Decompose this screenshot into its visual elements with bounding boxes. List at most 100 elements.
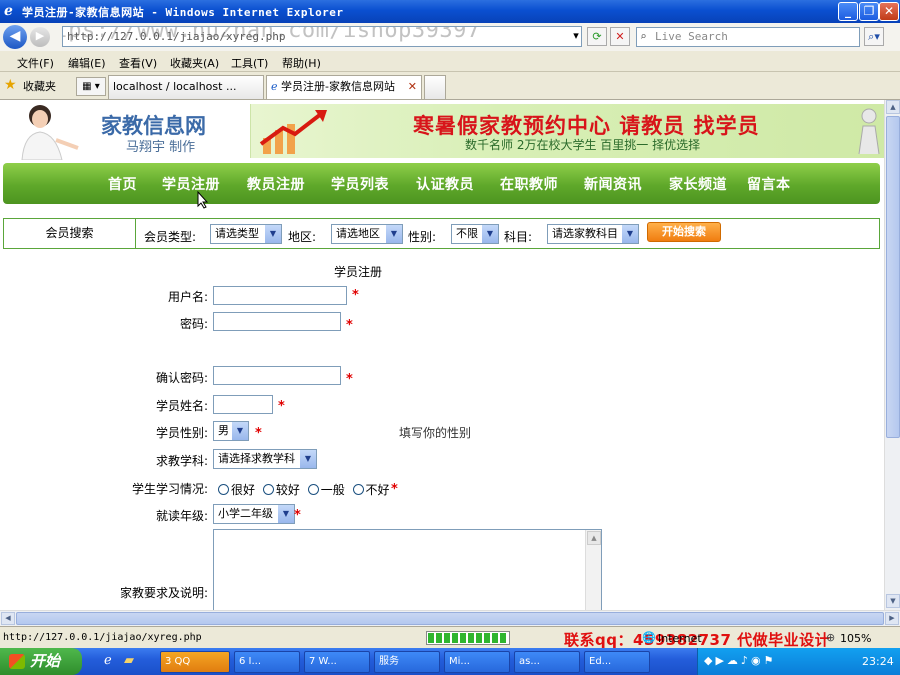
scroll-up-icon[interactable]: ▲ bbox=[886, 100, 900, 114]
zoom-level[interactable]: 105% bbox=[840, 632, 871, 645]
radio-poor[interactable]: 不好 bbox=[352, 483, 390, 497]
clock: 23:24 bbox=[862, 655, 894, 668]
requirements-textarea[interactable]: ▲ bbox=[213, 529, 602, 610]
tab-bar: ★ 收藏夹 ▦ ▾ localhost / localhost ... ℯ 学员… bbox=[0, 72, 900, 100]
progress-fill bbox=[428, 633, 508, 643]
address-dropdown-icon[interactable]: ▾ bbox=[566, 27, 586, 46]
student-name-input[interactable] bbox=[213, 395, 273, 414]
start-button[interactable]: 开始 bbox=[0, 648, 82, 675]
student-gender-select[interactable]: 男 ▼ bbox=[213, 421, 249, 441]
system-tray: ◆▶☁♪◉⚑ 23:24 bbox=[697, 648, 900, 675]
nav-home[interactable]: 首页 bbox=[108, 174, 137, 194]
subject-value: 请选择求教学科 bbox=[218, 452, 295, 465]
scroll-up-icon[interactable]: ▲ bbox=[587, 531, 601, 545]
taskbar-item-as[interactable]: as... bbox=[514, 651, 580, 673]
ie-tab-icon: ℯ bbox=[271, 80, 278, 93]
gender-hint: 填写你的性别 bbox=[399, 426, 472, 440]
start-search-button[interactable]: 开始搜索 bbox=[647, 222, 721, 242]
taskbar-as-label: as... bbox=[519, 656, 540, 667]
back-button[interactable]: ◀ bbox=[3, 25, 27, 49]
radio-average[interactable]: 一般 bbox=[307, 483, 345, 497]
internet-zone-icon: 🌐 bbox=[642, 631, 656, 644]
refresh-icon[interactable]: ⟳ bbox=[587, 27, 607, 46]
tray-icons[interactable]: ◆▶☁♪◉⚑ bbox=[704, 654, 776, 667]
taskbar-ie-label: 6 I... bbox=[239, 656, 262, 667]
tab-close-icon[interactable]: ✕ bbox=[408, 76, 417, 98]
nav-working-teachers[interactable]: 在职教师 bbox=[500, 174, 558, 194]
scroll-left-icon[interactable]: ◀ bbox=[1, 612, 15, 625]
quick-tabs-icon[interactable]: ▦ ▾ bbox=[76, 77, 106, 96]
taskbar-item-qq[interactable]: 3 QQ bbox=[160, 651, 230, 673]
window-title: 学员注册-家教信息网站 - Windows Internet Explorer bbox=[22, 6, 344, 19]
page-content: 家教信息网 马翔宇 制作 寒暑假家教预约中心 请教员 找学员 数千名师 2万在校… bbox=[0, 100, 884, 610]
taskbar-item-ed[interactable]: Ed... bbox=[584, 651, 650, 673]
subject-filter-label: 科目: bbox=[504, 230, 533, 244]
zoom-icon[interactable]: ⊕ bbox=[826, 631, 835, 644]
username-required-mark: * bbox=[352, 288, 359, 303]
study-status-radio-group: 很好 较好 一般 不好 bbox=[218, 481, 390, 498]
menu-view[interactable]: 查看(V) bbox=[119, 55, 157, 71]
menu-edit[interactable]: 编辑(E) bbox=[68, 55, 106, 71]
tab-student-register[interactable]: ℯ 学员注册-家教信息网站 ✕ bbox=[266, 75, 422, 99]
textarea-scrollbar[interactable]: ▲ bbox=[585, 530, 601, 610]
favorites-label[interactable]: 收藏夹 bbox=[23, 78, 56, 94]
scroll-right-icon[interactable]: ▶ bbox=[885, 612, 899, 625]
live-search-input[interactable]: ⌕ Live Search bbox=[636, 27, 860, 47]
quicklaunch-ie-icon[interactable]: ℯ bbox=[104, 653, 112, 668]
gender-filter-select[interactable]: 不限 ▼ bbox=[451, 224, 499, 244]
tab-localhost-label: localhost / localhost ... bbox=[113, 80, 237, 93]
close-button[interactable]: ✕ bbox=[879, 2, 899, 21]
menu-favorites[interactable]: 收藏夹(A) bbox=[170, 55, 219, 71]
hscroll-thumb[interactable] bbox=[16, 612, 884, 625]
nav-guestbook[interactable]: 留言本 bbox=[747, 174, 791, 194]
taskbar-item-ie[interactable]: 6 I... bbox=[234, 651, 300, 673]
member-type-select[interactable]: 请选类型 ▼ bbox=[210, 224, 282, 244]
nav-teacher-register[interactable]: 教员注册 bbox=[247, 174, 305, 194]
scroll-down-icon[interactable]: ▼ bbox=[886, 594, 900, 608]
stop-icon[interactable]: ✕ bbox=[610, 27, 630, 46]
minimize-button[interactable]: _ bbox=[838, 2, 858, 21]
password-input[interactable] bbox=[213, 312, 341, 331]
menu-file[interactable]: 文件(F) bbox=[17, 55, 54, 71]
scroll-thumb[interactable] bbox=[886, 116, 900, 438]
nav-student-list[interactable]: 学员列表 bbox=[331, 174, 389, 194]
taskbar-item-mi[interactable]: Mi... bbox=[444, 651, 510, 673]
confirm-password-input[interactable] bbox=[213, 366, 341, 385]
page-vertical-scrollbar[interactable]: ▲ ▼ bbox=[884, 100, 900, 610]
area-select[interactable]: 请选地区 ▼ bbox=[331, 224, 403, 244]
taskbar-item-explorer[interactable]: 7 W... bbox=[304, 651, 370, 673]
radio-good[interactable]: 较好 bbox=[262, 483, 300, 497]
member-search-title: 会员搜索 bbox=[4, 219, 136, 248]
menu-tools[interactable]: 工具(T) bbox=[231, 55, 268, 71]
window-title-bar[interactable]: ℯ 学员注册-家教信息网站 - Windows Internet Explore… bbox=[0, 0, 900, 23]
page-horizontal-scrollbar[interactable]: ◀ ▶ bbox=[0, 610, 900, 626]
password-required-mark: * bbox=[346, 318, 353, 333]
favorites-star-icon[interactable]: ★ bbox=[4, 77, 17, 93]
subject-filter-value: 请选家教科目 bbox=[552, 227, 618, 240]
study-status-label: 学生学习情况: bbox=[131, 482, 208, 496]
nav-student-register[interactable]: 学员注册 bbox=[162, 174, 220, 194]
gender-filter-value: 不限 bbox=[456, 227, 478, 240]
forward-button[interactable]: ▶ bbox=[30, 27, 50, 47]
radio-very-good[interactable]: 很好 bbox=[218, 483, 255, 497]
subject-filter-select[interactable]: 请选家教科目 ▼ bbox=[547, 224, 639, 244]
address-input[interactable]: http://127.0.0.1/jiajao/xyreg.php https:… bbox=[62, 26, 582, 47]
search-go-button[interactable]: ⌕▾ bbox=[864, 27, 884, 46]
nav-news[interactable]: 新闻资讯 bbox=[584, 174, 642, 194]
radio-circle-icon bbox=[262, 484, 274, 495]
internet-zone-label: Internet bbox=[658, 632, 702, 645]
confirm-required-mark: * bbox=[346, 372, 353, 387]
nav-certified-teachers[interactable]: 认证教员 bbox=[416, 174, 474, 194]
ad-banner[interactable]: 寒暑假家教预约中心 请教员 找学员 数千名师 2万在校大学生 百里挑一 择优选择 bbox=[250, 104, 884, 158]
username-input[interactable] bbox=[213, 286, 347, 305]
radio-circle-icon bbox=[307, 484, 319, 495]
taskbar-item-services[interactable]: 服务 bbox=[374, 651, 440, 673]
nav-parents[interactable]: 家长频道 bbox=[669, 174, 727, 194]
subject-select[interactable]: 请选择求教学科 ▼ bbox=[213, 449, 317, 469]
new-tab-button[interactable] bbox=[424, 75, 446, 99]
quicklaunch-folder-icon[interactable]: ▰ bbox=[124, 653, 134, 668]
menu-help[interactable]: 帮助(H) bbox=[282, 55, 321, 71]
tab-localhost[interactable]: localhost / localhost ... bbox=[108, 75, 264, 99]
grade-select[interactable]: 小学二年级 ▼ bbox=[213, 504, 295, 524]
maximize-button[interactable]: ❐ bbox=[859, 2, 879, 21]
